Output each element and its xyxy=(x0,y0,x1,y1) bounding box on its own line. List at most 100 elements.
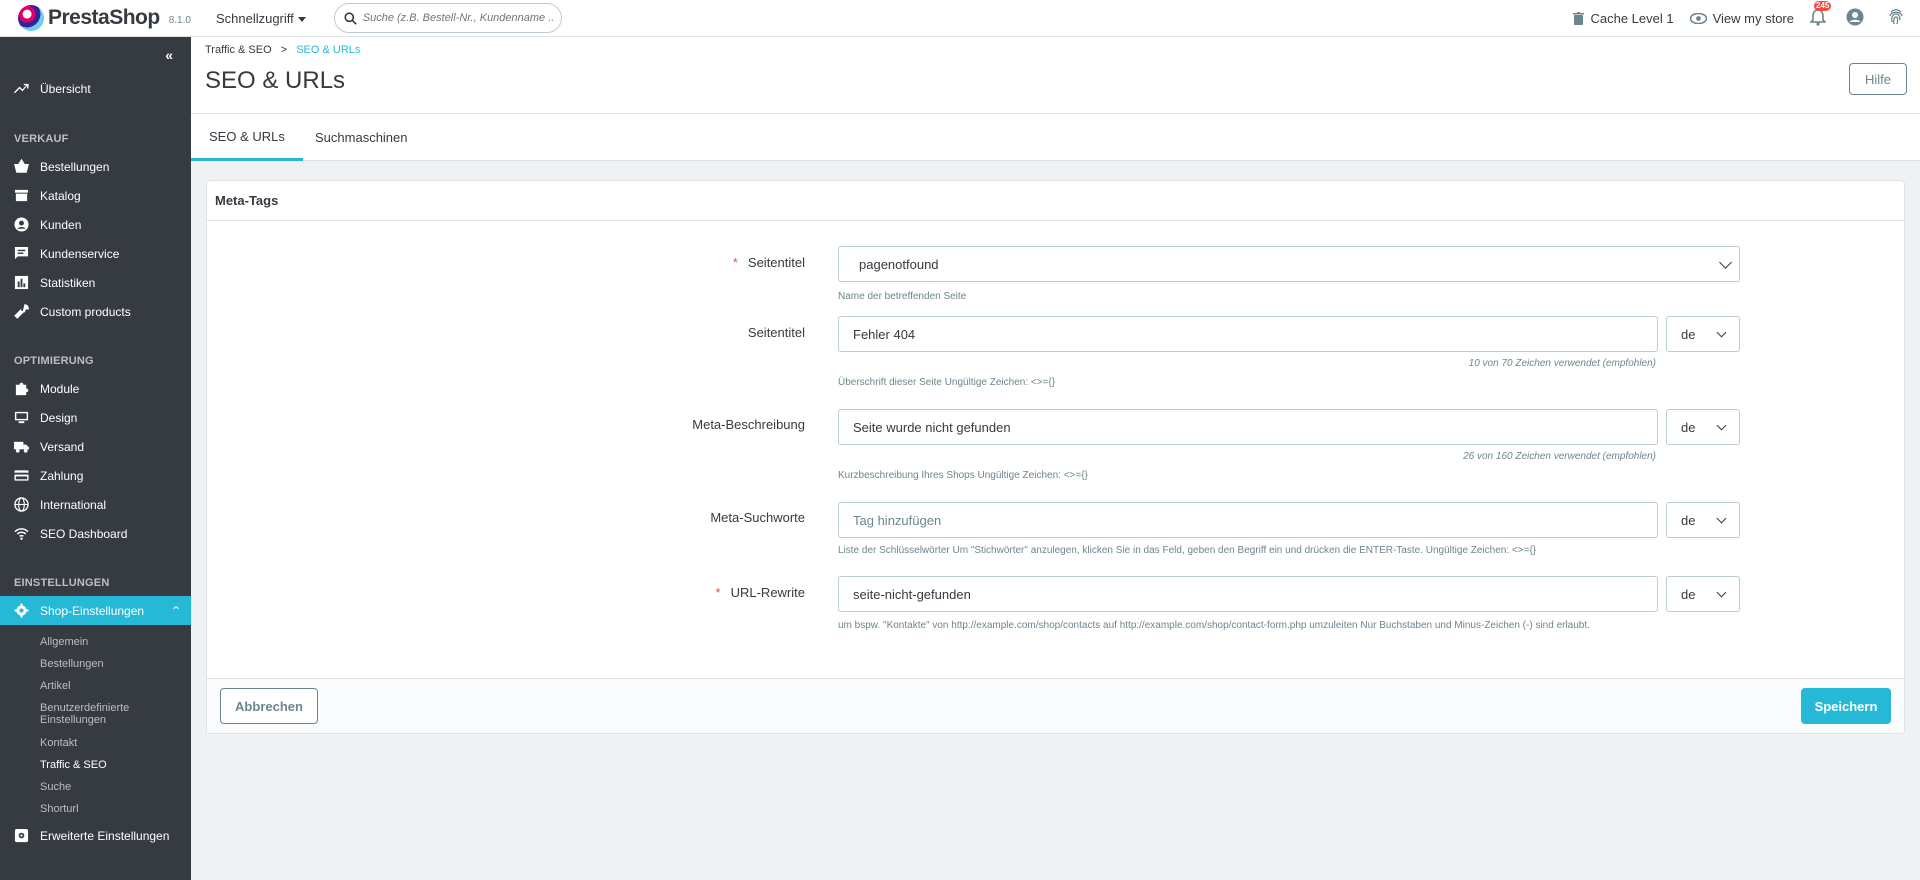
sidebar-item-label: Statistiken xyxy=(40,275,96,290)
sidebar-subitem-custom-settings[interactable]: Benutzerdefinierte Einstellungen xyxy=(40,702,150,726)
sidebar-item-orders[interactable]: Bestellungen xyxy=(0,152,191,181)
user-circle-icon xyxy=(1846,8,1864,26)
fingerprint-button[interactable] xyxy=(1888,8,1904,29)
chevron-down-icon xyxy=(1716,513,1727,524)
url-rewrite-field[interactable] xyxy=(838,576,1658,612)
meta-keywords-label: Meta-Suchworte xyxy=(710,510,805,525)
search-input[interactable] xyxy=(362,12,553,24)
credit-card-icon xyxy=(14,470,29,481)
title-label: Seitentitel xyxy=(747,325,805,340)
sidebar-item-label: SEO Dashboard xyxy=(40,526,128,541)
account-circle-icon xyxy=(14,217,29,232)
sidebar-subitem-contact[interactable]: Kontakt xyxy=(40,737,77,749)
store-icon xyxy=(14,189,29,202)
meta-description-input[interactable] xyxy=(853,419,1657,435)
quick-access-dropdown[interactable]: Schnellzugriff xyxy=(216,11,306,26)
bar-chart-icon xyxy=(14,275,29,290)
sidebar-subitem-orders[interactable]: Bestellungen xyxy=(40,658,104,670)
language-code: de xyxy=(1681,326,1696,342)
tab-bar: SEO & URLs Suchmaschinen xyxy=(191,113,1920,161)
page-name-select[interactable]: pagenotfound xyxy=(838,246,1740,282)
top-bar: PrestaShop 8.1.0 Schnellzugriff Cache Le… xyxy=(0,0,1920,37)
sidebar-item-international[interactable]: International xyxy=(0,490,191,519)
sidebar-item-label: Versand xyxy=(40,439,85,454)
trash-icon xyxy=(1573,12,1585,25)
title-input-field[interactable] xyxy=(838,316,1658,352)
chevron-down-icon xyxy=(1716,327,1727,338)
sidebar-item-overview[interactable]: Übersicht xyxy=(0,74,191,103)
description-help: Kurzbeschreibung Ihres Shops Ungültige Z… xyxy=(838,470,1088,481)
sidebar-item-catalog[interactable]: Katalog xyxy=(0,181,191,210)
quick-access-label: Schnellzugriff xyxy=(215,10,294,26)
sidebar-subitem-products[interactable]: Artikel xyxy=(40,680,71,692)
sidebar-item-label: Katalog xyxy=(40,188,81,203)
sidebar-item-statistics[interactable]: Statistiken xyxy=(0,268,191,297)
keywords-help: Liste der Schlüsselwörter Um "Stichwörte… xyxy=(838,545,1537,556)
wifi-icon xyxy=(14,528,29,540)
sidebar-subitem-general[interactable]: Allgemein xyxy=(40,636,88,648)
monitor-icon xyxy=(14,411,29,424)
panel-footer: Abbrechen Speichern xyxy=(207,678,1904,733)
sidebar-item-customer-service[interactable]: Kundenservice xyxy=(0,239,191,268)
account-button[interactable] xyxy=(1846,8,1864,29)
sidebar-item-shipping[interactable]: Versand xyxy=(0,432,191,461)
sidebar-item-custom-products[interactable]: Custom products xyxy=(0,297,191,326)
brand-name: PrestaShop xyxy=(48,6,160,29)
sidebar-item-label: Bestellungen xyxy=(40,159,110,174)
gear-icon xyxy=(14,603,29,618)
truck-icon xyxy=(14,441,29,453)
sidebar-subitem-search[interactable]: Suche xyxy=(40,781,71,793)
puzzle-icon xyxy=(15,382,29,396)
notification-count-badge: 245 xyxy=(1814,0,1832,11)
sidebar-item-seo-dashboard[interactable]: SEO Dashboard xyxy=(0,519,191,548)
sidebar-item-label: Übersicht xyxy=(40,81,91,96)
breadcrumb-parent-link[interactable]: Traffic & SEO xyxy=(205,44,272,56)
help-button[interactable]: Hilfe xyxy=(1849,63,1907,95)
sidebar-item-label: International xyxy=(40,497,107,512)
sidebar-item-advanced-settings[interactable]: Erweiterte Einstellungen xyxy=(0,821,191,850)
description-language-select[interactable]: de xyxy=(1666,409,1740,445)
chevron-up-icon: ⌃ xyxy=(170,603,181,618)
url-rewrite-input[interactable] xyxy=(853,586,1657,602)
view-my-store-link[interactable]: View my store xyxy=(1689,11,1794,26)
sidebar-item-design[interactable]: Design xyxy=(0,403,191,432)
search-box[interactable] xyxy=(333,3,562,33)
version-label: 8.1.0 xyxy=(168,14,191,26)
prestashop-logo[interactable]: PrestaShop 8.1.0 xyxy=(18,5,191,31)
sidebar-item-shop-settings[interactable]: Shop-Einstellungen ⌃ xyxy=(0,596,191,625)
notifications-button[interactable]: 245 xyxy=(1809,0,1832,29)
sidebar-item-label: Design xyxy=(40,410,78,425)
title-input[interactable] xyxy=(853,326,1657,342)
cancel-button[interactable]: Abbrechen xyxy=(220,688,318,724)
sidebar-item-label: Erweiterte Einstellungen xyxy=(40,828,170,843)
language-code: de xyxy=(1681,586,1696,602)
cache-level[interactable]: Cache Level 1 xyxy=(1573,11,1674,26)
save-button[interactable]: Speichern xyxy=(1801,688,1891,724)
caret-down-icon xyxy=(297,16,306,22)
sidebar-item-label: Shop-Einstellungen xyxy=(40,603,145,618)
chat-icon xyxy=(14,246,29,260)
meta-keywords-field[interactable] xyxy=(838,502,1658,538)
sidebar-item-payment[interactable]: Zahlung xyxy=(0,461,191,490)
breadcrumb-current[interactable]: SEO & URLs xyxy=(296,44,360,56)
settings-box-icon xyxy=(14,828,29,843)
meta-description-field[interactable] xyxy=(838,409,1658,445)
sidebar-subitem-traffic-seo[interactable]: Traffic & SEO xyxy=(40,759,107,771)
sidebar: « Übersicht VERKAUF Bestellungen Katalog… xyxy=(0,37,191,880)
view-my-store-label: View my store xyxy=(1712,11,1794,26)
keywords-language-select[interactable]: de xyxy=(1666,502,1740,538)
title-language-select[interactable]: de xyxy=(1666,316,1740,352)
tab-search-engines[interactable]: Suchmaschinen xyxy=(297,114,426,161)
sidebar-item-label: Zahlung xyxy=(40,468,84,483)
tab-seo-urls[interactable]: SEO & URLs xyxy=(191,114,303,161)
sidebar-item-modules[interactable]: Module xyxy=(0,374,191,403)
meta-keywords-input[interactable] xyxy=(853,512,1657,528)
sidebar-subitem-shorturl[interactable]: Shorturl xyxy=(40,803,79,815)
eye-icon xyxy=(1689,13,1707,24)
sidebar-item-customers[interactable]: Kunden xyxy=(0,210,191,239)
rewrite-language-select[interactable]: de xyxy=(1666,576,1740,612)
page-name-help: Name der betreffenden Seite xyxy=(838,291,967,302)
url-rewrite-label-text: URL-Rewrite xyxy=(730,585,805,600)
page-title: SEO & URLs xyxy=(205,67,346,94)
collapse-sidebar-icon[interactable]: « xyxy=(165,47,173,63)
